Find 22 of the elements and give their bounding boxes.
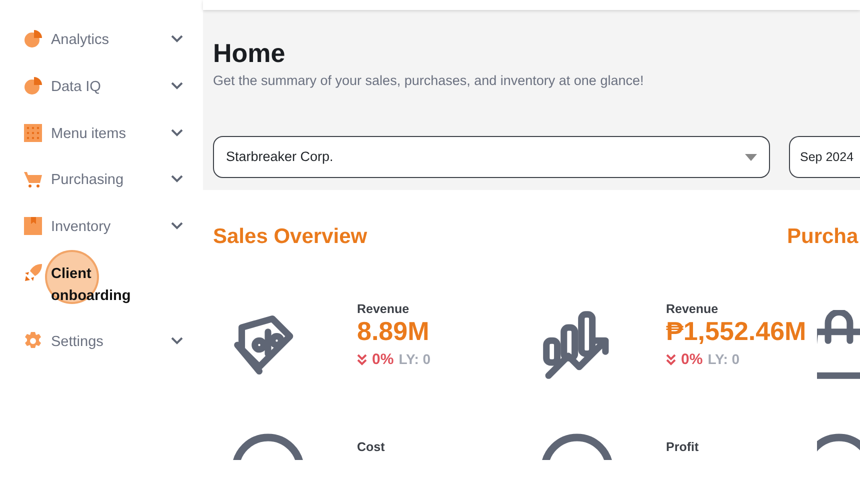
stat-value: 8.89M [357, 318, 430, 346]
date-range-field[interactable]: Sep 2024 [789, 136, 860, 178]
stat-label: Revenue [666, 300, 720, 318]
stat-label: Profit [666, 438, 699, 456]
sidebar-item[interactable]: Inventory [0, 213, 203, 243]
company-select[interactable]: Starbreaker Corp. [213, 136, 770, 178]
sidebar-item[interactable]: Analytics [0, 26, 203, 56]
section-title: Sales Overview [213, 224, 368, 250]
page-subtitle: Get the summary of your sales, purchases, and inventory at one glance! [213, 72, 645, 90]
change-percent: 0% [681, 350, 703, 370]
stat-label: Cost [357, 438, 385, 456]
sidebar-item[interactable]: Purchasing [0, 166, 203, 196]
sidebar-item[interactable]: Data IQ [0, 72, 203, 102]
section-title: Purcha [787, 224, 860, 250]
page-title: Home [213, 38, 286, 70]
stat-label: Revenue [357, 300, 410, 318]
last-year-value: LY: 0 [708, 350, 740, 370]
sidebar-item[interactable]: Menu items [0, 120, 203, 150]
sidebar-item[interactable]: Settings [0, 328, 203, 358]
stat-value: ₱1,552.46M [666, 318, 806, 346]
last-year-value: LY: 0 [398, 350, 431, 370]
change-percent: 0% [372, 350, 394, 370]
